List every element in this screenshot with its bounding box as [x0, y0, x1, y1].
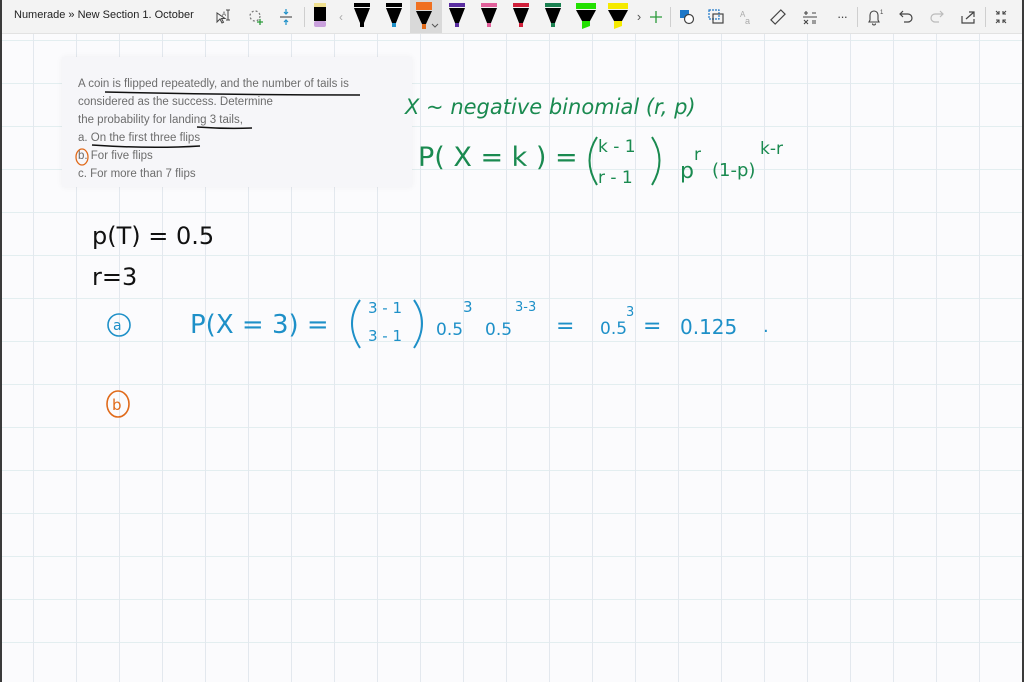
plus-icon	[650, 10, 662, 23]
question-card: A coin is flipped repeatedly, and the nu…	[62, 57, 412, 187]
share-button[interactable]	[955, 0, 981, 33]
question-line-3: the probability for landing 3 tails,	[78, 114, 243, 126]
more-icon: ···	[837, 9, 848, 24]
svg-text:1: 1	[880, 10, 884, 16]
math-icon	[803, 10, 817, 24]
toolbar-separator	[304, 7, 305, 27]
toolbar-separator	[670, 7, 671, 27]
shapes-button[interactable]	[674, 0, 700, 33]
ink-to-text-icon: A a	[740, 10, 750, 26]
shapes-icon	[680, 9, 695, 24]
pen-black[interactable]	[348, 0, 376, 33]
undo-button[interactable]	[893, 0, 919, 33]
highlighter-icon	[608, 2, 628, 29]
scroll-pens-right[interactable]: ›	[633, 0, 645, 33]
pen-icon	[481, 2, 497, 27]
pen-icon	[386, 2, 402, 27]
pen-blue[interactable]	[380, 0, 408, 33]
bell-icon: 1	[868, 10, 884, 25]
ink-to-text-button[interactable]: A a	[733, 0, 759, 33]
toolbar: Numerade » New Section 1. October A ‹ › …	[0, 0, 1024, 34]
text-select-tool[interactable]: A	[210, 0, 236, 33]
question-line-1: A coin is flipped repeatedly, and the nu…	[78, 78, 349, 90]
pen-icon	[449, 2, 465, 27]
scroll-pens-left[interactable]: ‹	[334, 0, 348, 33]
breadcrumb[interactable]: Numerade » New Section 1. October	[14, 9, 194, 21]
chevron-left-icon: ‹	[339, 9, 343, 24]
add-pen-button[interactable]	[646, 0, 666, 33]
pen-green[interactable]	[539, 0, 567, 33]
chevron-right-icon: ›	[636, 9, 642, 24]
pen-icon	[416, 1, 439, 29]
pen-icon	[545, 2, 561, 27]
toolbar-separator	[857, 7, 858, 27]
pen-icon	[314, 2, 326, 27]
pen-icon	[354, 2, 370, 27]
add-space-tool[interactable]	[273, 0, 299, 33]
pen-icon	[513, 2, 529, 27]
ink-to-shape-icon	[708, 8, 724, 24]
collapse-button[interactable]	[988, 0, 1014, 33]
highlighter-green[interactable]	[571, 0, 601, 33]
pen-pink[interactable]	[475, 0, 503, 33]
svg-text:a: a	[745, 16, 750, 26]
notifications-button[interactable]: 1	[862, 0, 888, 33]
ruler-button[interactable]	[765, 0, 791, 33]
undo-icon	[899, 10, 913, 23]
share-icon	[961, 10, 975, 24]
add-space-icon	[280, 8, 292, 25]
window-border-left	[0, 0, 2, 682]
ink-to-shape-button[interactable]	[703, 0, 729, 33]
pen-purple[interactable]	[443, 0, 471, 33]
question-part-c: c. For more than 7 flips	[78, 168, 196, 180]
more-button[interactable]: ···	[829, 0, 855, 33]
lasso-icon	[249, 9, 263, 25]
highlighter-icon	[576, 2, 596, 29]
pen-orange-selected[interactable]	[410, 0, 442, 33]
redo-icon	[930, 10, 944, 23]
toolbar-separator	[985, 7, 986, 27]
text-select-icon: A	[216, 9, 230, 24]
redo-button[interactable]	[924, 0, 950, 33]
lasso-select-tool[interactable]	[243, 0, 269, 33]
ruler-icon	[770, 8, 786, 25]
question-line-2: considered as the success. Determine	[78, 96, 273, 108]
question-part-b: b. For five flips	[78, 150, 153, 162]
pen-red[interactable]	[507, 0, 535, 33]
svg-text:A: A	[222, 12, 226, 18]
pen-black-purple[interactable]	[309, 0, 331, 33]
collapse-icon	[995, 10, 1007, 23]
math-button[interactable]	[797, 0, 823, 33]
question-part-a: a. On the first three flips	[78, 132, 201, 144]
highlighter-yellow[interactable]	[603, 0, 633, 33]
